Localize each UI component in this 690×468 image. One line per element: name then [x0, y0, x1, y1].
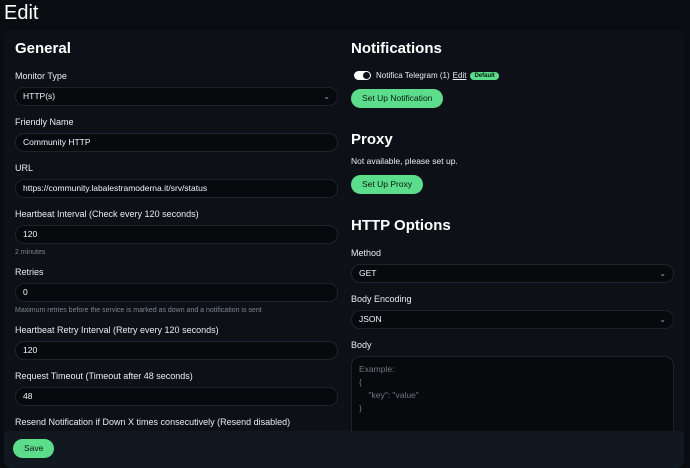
edit-panel: General Monitor Type HTTP(s) ⌄ Friendly … [4, 30, 684, 468]
chevron-down-icon: ⌄ [659, 269, 666, 278]
body-placeholder-line: } [359, 403, 362, 413]
proxy-title: Proxy [351, 131, 393, 148]
page-title: Edit [4, 2, 39, 24]
footer-bar: Save [4, 431, 684, 468]
retry-interval-group: Heartbeat Retry Interval (Retry every 12… [15, 325, 338, 360]
body-placeholder-line: Example: [359, 364, 395, 374]
setup-notification-button[interactable]: Set Up Notification [351, 89, 444, 108]
notification-toggle[interactable] [354, 71, 371, 80]
friendly-name-group: Friendly Name Community HTTP [15, 117, 338, 152]
body-placeholder-line: "key": "value" [359, 390, 419, 400]
chevron-down-icon: ⌄ [659, 315, 666, 324]
retries-group: Retries 0 Maximum retries before the ser… [15, 267, 338, 314]
method-value: GET [359, 268, 377, 278]
notifications-title: Notifications [351, 40, 442, 57]
right-column: Notifications Notifica Telegram (1) Edit… [351, 40, 674, 459]
chevron-down-icon: ⌄ [323, 92, 330, 101]
monitor-type-value: HTTP(s) [23, 91, 56, 101]
default-badge: Default [470, 71, 499, 80]
heartbeat-interval-group: Heartbeat Interval (Check every 120 seco… [15, 209, 338, 256]
body-encoding-group: Body Encoding JSON ⌄ [351, 294, 674, 329]
proxy-text: Not available, please set up. [351, 156, 458, 166]
monitor-type-label: Monitor Type [15, 71, 67, 81]
retries-label: Retries [15, 267, 44, 277]
body-encoding-label: Body Encoding [351, 294, 412, 304]
monitor-type-group: Monitor Type HTTP(s) ⌄ [15, 71, 338, 106]
heartbeat-interval-input[interactable]: 120 [15, 225, 338, 244]
save-button[interactable]: Save [13, 439, 55, 458]
http-options-title: HTTP Options [351, 217, 451, 234]
body-encoding-select[interactable]: JSON ⌄ [351, 310, 674, 329]
method-select[interactable]: GET ⌄ [351, 264, 674, 283]
notification-item: Notifica Telegram (1) Edit Default [351, 71, 674, 80]
method-label: Method [351, 248, 382, 258]
notification-edit-link[interactable]: Edit [453, 71, 467, 80]
method-group: Method GET ⌄ [351, 248, 674, 283]
heartbeat-interval-label: Heartbeat Interval (Check every 120 seco… [15, 209, 199, 219]
retry-interval-label: Heartbeat Retry Interval (Retry every 12… [15, 325, 219, 335]
body-placeholder-line: { [359, 377, 362, 387]
setup-proxy-button[interactable]: Set Up Proxy [351, 175, 424, 194]
resend-label: Resend Notification if Down X times cons… [15, 417, 291, 427]
request-timeout-label: Request Timeout (Timeout after 48 second… [15, 371, 193, 381]
friendly-name-input[interactable]: Community HTTP [15, 133, 338, 152]
request-timeout-input[interactable]: 48 [15, 387, 338, 406]
body-encoding-value: JSON [359, 314, 382, 324]
url-label: URL [15, 163, 34, 173]
monitor-type-select[interactable]: HTTP(s) ⌄ [15, 87, 338, 106]
friendly-name-label: Friendly Name [15, 117, 74, 127]
body-label: Body [351, 340, 372, 350]
general-section: General Monitor Type HTTP(s) ⌄ Friendly … [15, 40, 338, 463]
heartbeat-interval-hint: 2 minutes [15, 249, 46, 256]
url-group: URL https://community.labalestramoderna.… [15, 163, 338, 198]
retries-hint: Maximum retries before the service is ma… [15, 307, 262, 314]
url-input[interactable]: https://community.labalestramoderna.it/s… [15, 179, 338, 198]
request-timeout-group: Request Timeout (Timeout after 48 second… [15, 371, 338, 406]
notification-item-label: Notifica Telegram (1) [376, 71, 450, 80]
retries-input[interactable]: 0 [15, 283, 338, 302]
retry-interval-input[interactable]: 120 [15, 341, 338, 360]
general-title: General [15, 40, 71, 57]
